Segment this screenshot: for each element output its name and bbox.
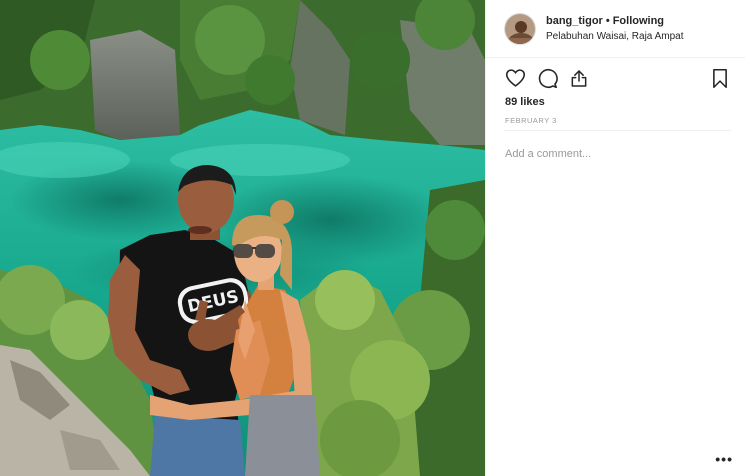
likes-count[interactable]: 89 likes <box>486 95 745 109</box>
user-row: bang_tigor • Following <box>546 14 684 29</box>
bookmark-icon[interactable] <box>709 67 731 89</box>
following-button[interactable]: Following <box>613 15 664 27</box>
share-icon[interactable] <box>568 67 590 89</box>
post-image: DEUS <box>0 0 485 476</box>
post-photo[interactable]: DEUS <box>0 0 485 476</box>
instagram-post: DEUS bang_tigor • Following Pelabuhan Wa… <box>0 0 745 476</box>
username-link[interactable]: bang_tigor <box>546 15 603 27</box>
action-bar <box>486 58 745 98</box>
comment-divider <box>504 130 731 131</box>
avatar[interactable] <box>504 12 536 45</box>
post-header: bang_tigor • Following Pelabuhan Waisai, R… <box>486 0 745 58</box>
more-options-icon[interactable]: ••• <box>715 452 733 466</box>
post-header-text: bang_tigor • Following Pelabuhan Waisai, R… <box>546 14 684 44</box>
comment-icon[interactable] <box>536 67 558 89</box>
comment-input[interactable] <box>505 148 705 160</box>
avatar-image <box>505 13 535 44</box>
location-link[interactable]: Pelabuhan Waisai, Raja Ampat <box>546 30 684 44</box>
post-date: FEBRUARY 3 <box>505 116 557 125</box>
heart-icon[interactable] <box>504 67 526 89</box>
post-sidebar: bang_tigor • Following Pelabuhan Waisai, R… <box>485 0 745 476</box>
separator-dot: • <box>605 14 610 27</box>
comment-box <box>505 147 705 161</box>
